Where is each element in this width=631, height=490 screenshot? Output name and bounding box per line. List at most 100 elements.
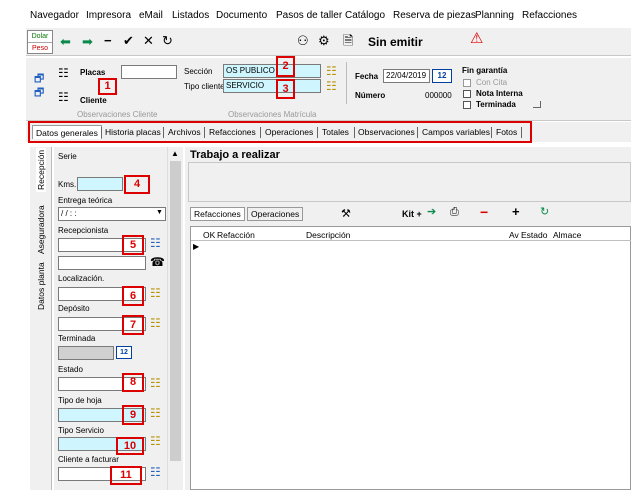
estado-label: Estado (58, 365, 83, 374)
nota-interna-checkbox[interactable] (463, 90, 471, 98)
obs-matricula-label[interactable]: Observaciones Matrícula (228, 110, 316, 119)
phone-icon[interactable]: ☎ (150, 255, 165, 269)
menu-reserva-de-piezas[interactable]: Reserva de piezas (393, 10, 476, 21)
minus-icon[interactable]: − (104, 33, 112, 49)
col-almacen[interactable]: Almace (553, 230, 581, 240)
grid-header-divider (191, 240, 631, 241)
document-icon[interactable]: 🗎 (343, 33, 353, 49)
arrow-right-icon[interactable]: ➡ (82, 34, 93, 50)
fecha-input[interactable]: 22/04/2019 (383, 69, 430, 83)
tipo-hoja-label: Tipo de hoja (58, 396, 102, 405)
printer-icon[interactable]: ⎙ (450, 206, 459, 219)
refacciones-grid[interactable]: OK Refacción Descripción Av Estado Almac… (190, 226, 631, 490)
menu-navegador[interactable]: Navegador (30, 10, 79, 21)
vtab-recepcion[interactable]: Recepción (36, 147, 46, 192)
menu-refacciones[interactable]: Refacciones (522, 10, 577, 21)
menu-email[interactable]: eMail (139, 10, 163, 21)
col-ok[interactable]: OK (203, 230, 215, 240)
chevron-up-icon[interactable]: ▲ (171, 149, 179, 158)
numero-label: Número (355, 91, 386, 100)
terminada-field-label: Terminada (58, 334, 96, 343)
placas-lookup-icon[interactable]: ☷ (58, 66, 69, 80)
tab-campos-variables[interactable]: Campos variables (419, 125, 493, 139)
seccion-lookup-icon[interactable]: ☷ (326, 64, 337, 78)
currency-dolar: Dolar (31, 33, 49, 40)
kms-label: Kms. (58, 180, 77, 189)
callout-9: 9 (122, 405, 144, 425)
tab-operaciones[interactable]: Operaciones (262, 125, 316, 139)
recepcionista-phone-input[interactable] (58, 256, 146, 270)
refresh-list-icon[interactable]: ↻ (540, 205, 549, 218)
menu-documento[interactable]: Documento (216, 10, 267, 21)
scroll-thumb[interactable] (170, 161, 181, 461)
estado-lookup-icon[interactable]: ☷ (150, 376, 161, 390)
tipo-cliente-lookup-icon[interactable]: ☷ (326, 79, 337, 93)
cliente-facturar-lookup-icon[interactable]: ☷ (150, 465, 161, 479)
close-icon[interactable]: ✕ (143, 33, 154, 49)
subtab-refacciones[interactable]: Refacciones (190, 207, 245, 221)
terminada-checkbox[interactable] (463, 101, 471, 109)
localizacion-lookup-icon[interactable]: ☷ (150, 286, 161, 300)
currency-toggle[interactable]: Dolar Peso (27, 30, 53, 54)
chevron-down-icon[interactable]: ▼ (156, 209, 163, 216)
subtab-operaciones[interactable]: Operaciones (247, 207, 304, 221)
deposito-lookup-icon[interactable]: ☷ (150, 316, 161, 330)
tab-historia-placas[interactable]: Historia placas (102, 125, 164, 139)
warning-icon[interactable]: ⚠ (470, 31, 483, 47)
col-refaccion[interactable]: Refacción (217, 230, 255, 240)
add-icon[interactable]: + (512, 204, 520, 219)
kms-input[interactable] (77, 177, 123, 191)
tipo-hoja-lookup-icon[interactable]: ☷ (150, 406, 161, 420)
binoculars-icon[interactable]: ⚇ (297, 33, 309, 49)
tab-totales[interactable]: Totales (319, 125, 352, 139)
col-av[interactable]: Av (509, 230, 519, 240)
recepcionista-lookup-icon[interactable]: ☷ (150, 236, 161, 250)
menu-planning[interactable]: Planning (475, 10, 514, 21)
placas-input[interactable] (121, 65, 177, 79)
currency-peso: Peso (28, 42, 52, 54)
terminada-calendar-icon[interactable]: 12 (116, 346, 132, 359)
kit-label[interactable]: Kit + (402, 209, 422, 219)
menu-pasos-de-taller[interactable]: Pasos de taller (276, 10, 342, 21)
menu-catalogo[interactable]: Catálogo (345, 10, 385, 21)
check-icon[interactable]: ✔ (123, 33, 134, 49)
remove-icon[interactable]: − (480, 204, 488, 220)
tools-icon[interactable]: ⚙ (318, 33, 330, 49)
vtab-datos-planta[interactable]: Datos planta (36, 262, 46, 310)
tab-separator (260, 127, 261, 138)
tab-datos-generales[interactable]: Datos generales (32, 125, 102, 139)
refresh-icon[interactable]: ↻ (162, 33, 173, 49)
deposito-label: Depósito (58, 304, 90, 313)
tools-kit-icon[interactable]: ⚒ (341, 207, 351, 220)
numero-value: 000000 (425, 91, 452, 100)
tipo-cliente-input[interactable]: SERVICIO (223, 79, 321, 93)
menu-listados[interactable]: Listados (172, 10, 209, 21)
callout-8: 8 (122, 373, 144, 392)
callout-1: 1 (98, 78, 117, 95)
tipo-servicio-lookup-icon[interactable]: ☷ (150, 434, 161, 448)
tab-archivos[interactable]: Archivos (165, 125, 204, 139)
cliente-facturar-label: Cliente a facturar (58, 455, 119, 464)
cliente-lookup-icon[interactable]: ☷ (58, 90, 69, 104)
tab-refacciones[interactable]: Refacciones (206, 125, 259, 139)
tab-observaciones[interactable]: Observaciones (355, 125, 418, 139)
vtab-aseguradora[interactable]: Aseguradora (36, 205, 46, 254)
col-descripcion[interactable]: Descripción (306, 230, 350, 240)
obs-cliente-label[interactable]: Observaciones Cliente (77, 110, 157, 119)
menu-impresora[interactable]: Impresora (86, 10, 131, 21)
tab-fotos[interactable]: Fotos (493, 125, 520, 139)
left-scrollbar[interactable]: ▲ (167, 147, 182, 490)
seccion-label: Sección (184, 67, 213, 76)
terminada-resize-icon (533, 101, 541, 108)
arrow-left-icon[interactable]: ⬅ (60, 34, 71, 50)
calendar-icon[interactable]: 12 (432, 69, 452, 83)
entrega-input[interactable]: / / : : (58, 207, 166, 221)
con-cita-label: Con Cita (476, 78, 508, 87)
col-estado[interactable]: Estado (521, 230, 547, 240)
kit-add-icon[interactable]: ➔ (427, 205, 436, 218)
seccion-input[interactable]: OS PUBLICO (223, 64, 321, 78)
con-cita-checkbox[interactable] (463, 79, 471, 87)
person-icon[interactable]: 🗗 (34, 84, 44, 103)
callout-4: 4 (124, 175, 150, 194)
work-description-area[interactable] (188, 162, 631, 202)
